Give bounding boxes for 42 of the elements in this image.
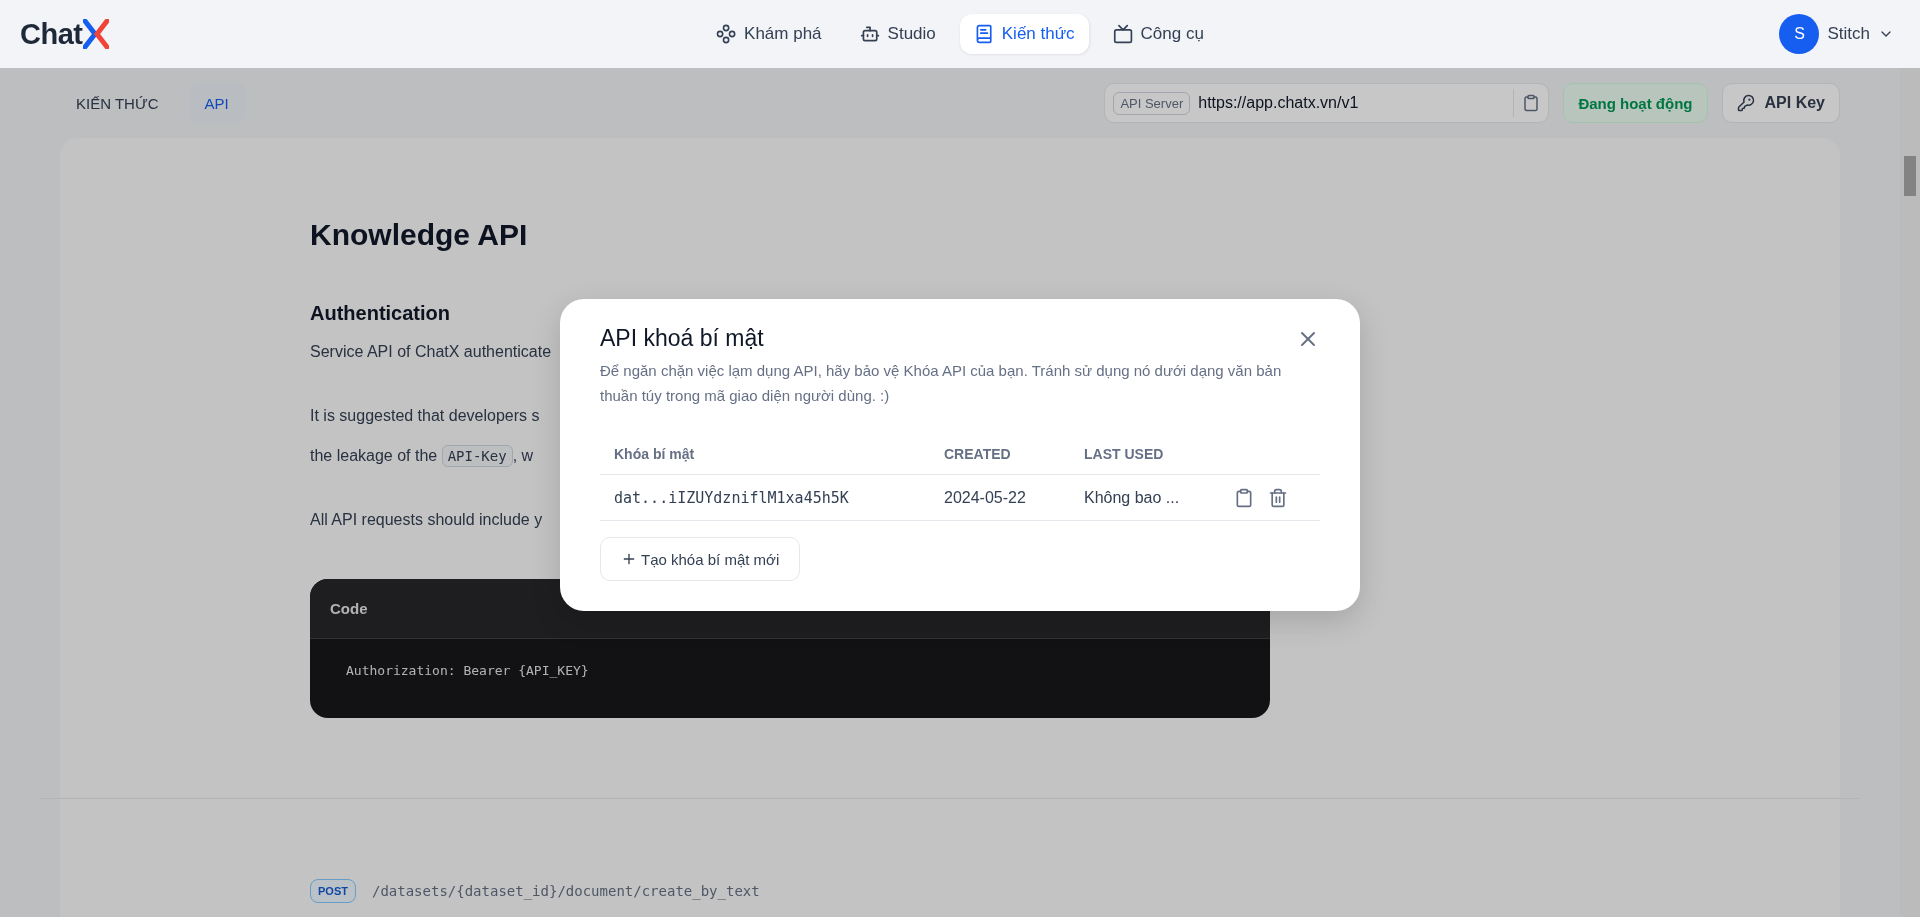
scrollbar-thumb[interactable] — [1904, 156, 1916, 196]
key-icon — [1736, 94, 1755, 112]
delete-button[interactable] — [1268, 487, 1288, 508]
nav-tab[interactable]: Công cụ — [1098, 14, 1218, 54]
copy-button[interactable] — [1522, 94, 1541, 112]
modal-title: API khoá bí mật — [600, 325, 764, 352]
logo-text: Chat — [20, 17, 83, 51]
secret-key-cell: dat...iIZUYdzniflM1xa45h5K — [600, 475, 930, 521]
created-cell: 2024-05-22 — [930, 475, 1070, 521]
page-title: Knowledge API — [310, 218, 529, 252]
copy-button[interactable] — [1234, 487, 1254, 508]
nav-tab[interactable]: Khám phá — [702, 14, 836, 54]
column-header: CREATED — [930, 434, 1070, 475]
nav-tab[interactable]: Kiến thức — [959, 14, 1089, 54]
api-key-button[interactable]: API Key — [1721, 83, 1840, 123]
api-server-url: https://app.chatx.vn/v1 — [1198, 89, 1515, 117]
plus-icon — [621, 551, 637, 567]
logo-icon — [83, 19, 110, 49]
code-text: Authorization: Bearer {API_KEY} — [345, 662, 590, 680]
column-header: LAST USED — [1070, 434, 1220, 475]
body-text: All API requests should include y — [310, 510, 543, 530]
body-text: Service API of ChatX authenticate — [310, 342, 552, 362]
last-used-cell: Không bao ... — [1070, 475, 1220, 521]
user-avatar: S — [1779, 14, 1820, 54]
body-text: the leakage of the API-Key , w — [310, 441, 534, 471]
tv-icon — [1112, 24, 1133, 44]
create-key-button[interactable]: Tạo khóa bí mật mới — [600, 537, 801, 581]
status-badge: Đang hoạt động — [1563, 83, 1708, 123]
scrollbar[interactable] — [1900, 68, 1920, 917]
bot-icon — [859, 24, 880, 44]
body-text: It is suggested that developers s — [310, 406, 540, 426]
api-server-label: API Server — [1113, 91, 1191, 115]
nav-tab[interactable]: Studio — [845, 14, 950, 54]
breadcrumb-tab[interactable]: KIẾN THỨC — [60, 83, 175, 123]
user-menu[interactable]: S Stitch — [1773, 13, 1900, 55]
endpoint-path: /datasets/{dataset_id}/document/create_by_text — [371, 883, 760, 899]
method-badge: POST — [310, 879, 356, 903]
modal-description: Để ngăn chặn việc lạm dụng API, hãy bảo vệ Khóa API của bạn. Tránh sử dụng nó dưới dạng văn bản thuần túy trong mã giao diện người dùng. :) — [600, 361, 1283, 406]
section-title: Authentication — [310, 302, 451, 325]
column-header: Khóa bí mật — [600, 434, 930, 475]
breadcrumb-tab[interactable]: API — [188, 83, 245, 123]
explore-icon — [716, 24, 737, 44]
